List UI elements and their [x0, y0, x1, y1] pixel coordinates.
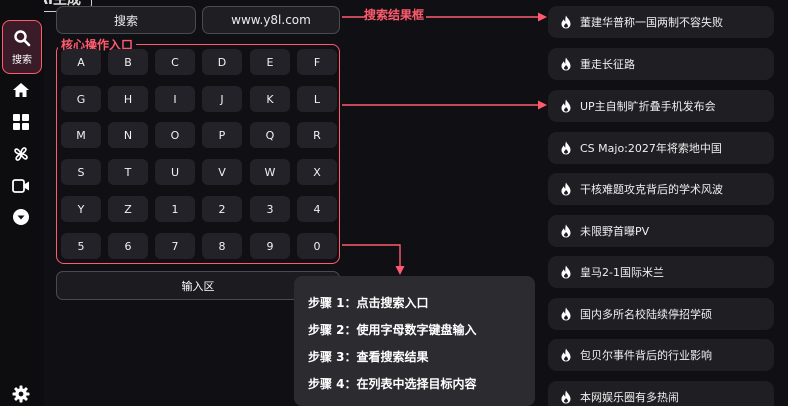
- key-v[interactable]: V: [202, 159, 242, 185]
- result-item[interactable]: UP主自制旷折叠手机发布会: [548, 90, 774, 122]
- fire-icon: [561, 390, 571, 404]
- sidebar-item-grid[interactable]: [11, 112, 31, 132]
- sidebar-item-video[interactable]: [11, 176, 31, 196]
- result-item[interactable]: 未限野首曝PV: [548, 215, 774, 247]
- key-y[interactable]: Y: [61, 196, 101, 222]
- result-item-label: 董建华普称一国两制不容失败: [580, 16, 723, 29]
- key-f[interactable]: F: [297, 49, 337, 75]
- key-u[interactable]: U: [155, 159, 195, 185]
- key-6[interactable]: 6: [108, 233, 148, 259]
- result-item-label: 重走长征路: [580, 58, 635, 71]
- annotation-arrow: [342, 100, 547, 110]
- key-m[interactable]: M: [61, 122, 101, 148]
- result-item[interactable]: 包贝尔事件背后的行业影响: [548, 339, 774, 371]
- fire-icon: [561, 265, 571, 279]
- fire-icon: [561, 57, 571, 71]
- key-a[interactable]: A: [61, 49, 101, 75]
- key-8[interactable]: 8: [202, 233, 242, 259]
- key-q[interactable]: Q: [250, 122, 290, 148]
- key-j[interactable]: J: [202, 86, 242, 112]
- step-1: 步骤 1：点击搜索入口: [308, 296, 429, 310]
- sidebar-item-label: 搜索: [12, 54, 32, 66]
- steps-tooltip: 步骤 1：点击搜索入口 步骤 2：使用字母数字键盘输入 步骤 3：查看搜索结果 …: [294, 276, 535, 406]
- result-item[interactable]: 干核难题攻克背后的学术风波: [548, 173, 774, 205]
- result-item-label: 皇马2-1国际米兰: [580, 266, 664, 279]
- key-2[interactable]: 2: [202, 196, 242, 222]
- key-g[interactable]: G: [61, 86, 101, 112]
- key-h[interactable]: H: [108, 86, 148, 112]
- video-icon: [12, 179, 29, 193]
- result-item-label: 干核难题攻克背后的学术风波: [580, 183, 723, 196]
- key-5[interactable]: 5: [61, 233, 101, 259]
- step-3: 步骤 3：查看搜索结果: [308, 350, 429, 364]
- step-4: 步骤 4：在列表中选择目标内容: [308, 377, 477, 391]
- search-input[interactable]: www.y8l.com: [202, 6, 340, 34]
- result-item[interactable]: 国内多所名校陆续停招学硕: [548, 298, 774, 330]
- key-i[interactable]: I: [155, 86, 195, 112]
- key-9[interactable]: 9: [250, 233, 290, 259]
- annotation-search-result-label: 搜索结果框: [364, 8, 425, 22]
- key-p[interactable]: P: [202, 122, 242, 148]
- search-button[interactable]: 搜索: [56, 6, 196, 34]
- key-l[interactable]: L: [297, 86, 337, 112]
- sidebar-item-more[interactable]: [11, 207, 31, 227]
- sidebar-item-fan[interactable]: [11, 144, 31, 164]
- result-item[interactable]: CS Majo:2027年将索地中国: [548, 132, 774, 164]
- result-item[interactable]: 本网娱乐圈有多热闹: [548, 381, 774, 406]
- key-s[interactable]: S: [61, 159, 101, 185]
- key-c[interactable]: C: [155, 49, 195, 75]
- gear-icon: [12, 385, 30, 403]
- sidebar-item-home[interactable]: [11, 80, 31, 100]
- result-item[interactable]: 董建华普称一国两制不容失败: [548, 6, 774, 38]
- home-icon: [13, 83, 29, 97]
- key-t[interactable]: T: [108, 159, 148, 185]
- key-e[interactable]: E: [250, 49, 290, 75]
- sidebar-item-search[interactable]: 搜索: [2, 20, 42, 74]
- key-n[interactable]: N: [108, 122, 148, 148]
- fire-icon: [561, 141, 571, 155]
- fire-icon: [561, 182, 571, 196]
- key-1[interactable]: 1: [155, 196, 195, 222]
- chevron-down-circle-icon: [13, 209, 29, 225]
- key-d[interactable]: D: [202, 49, 242, 75]
- fan-icon: [14, 147, 28, 161]
- key-o[interactable]: O: [155, 122, 195, 148]
- result-item-label: 国内多所名校陆续停招学硕: [580, 308, 712, 321]
- grid-icon: [13, 114, 29, 130]
- fire-icon: [561, 348, 571, 362]
- fire-icon: [561, 99, 571, 113]
- fire-icon: [561, 15, 571, 29]
- key-k[interactable]: K: [250, 86, 290, 112]
- result-item-label: UP主自制旷折叠手机发布会: [580, 100, 716, 113]
- key-0[interactable]: 0: [297, 233, 337, 259]
- result-item[interactable]: 重走长征路: [548, 48, 774, 80]
- settings-button[interactable]: [11, 384, 31, 404]
- key-4[interactable]: 4: [297, 196, 337, 222]
- key-7[interactable]: 7: [155, 233, 195, 259]
- annotation-arrow: [342, 244, 405, 275]
- key-b[interactable]: B: [108, 49, 148, 75]
- annotation-arrow: [426, 12, 547, 22]
- fire-icon: [561, 224, 571, 238]
- result-item-label: CS Majo:2027年将索地中国: [580, 142, 722, 155]
- result-item[interactable]: 皇马2-1国际米兰: [548, 256, 774, 288]
- key-3[interactable]: 3: [250, 196, 290, 222]
- search-icon: [14, 29, 31, 46]
- key-w[interactable]: W: [250, 159, 290, 185]
- step-2: 步骤 2：使用字母数字键盘输入: [308, 323, 477, 337]
- key-x[interactable]: X: [297, 159, 337, 185]
- keyboard-panel: [56, 44, 340, 264]
- result-item-label: 本网娱乐圈有多热闹: [580, 391, 679, 404]
- key-z[interactable]: Z: [108, 196, 148, 222]
- key-r[interactable]: R: [297, 122, 337, 148]
- fire-icon: [561, 307, 571, 321]
- result-item-label: 包贝尔事件背后的行业影响: [580, 349, 712, 362]
- result-item-label: 未限野首曝PV: [580, 225, 650, 238]
